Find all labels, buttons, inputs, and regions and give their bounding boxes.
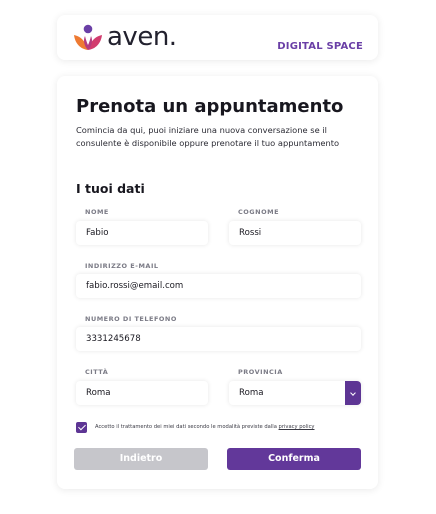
email-field[interactable]: fabio.rossi@email.com — [76, 274, 361, 298]
section-title: I tuoi dati — [76, 181, 145, 196]
privacy-policy-link[interactable]: privacy policy — [279, 424, 315, 430]
brand-name: aven. — [107, 22, 177, 52]
provincia-dropdown-button[interactable] — [345, 381, 361, 405]
citta-field[interactable]: Roma — [76, 381, 208, 405]
cognome-field[interactable]: Rossi — [229, 221, 361, 245]
email-value: fabio.rossi@email.com — [86, 281, 184, 291]
nome-label: NOME — [85, 208, 109, 216]
telefono-field[interactable]: 3331245678 — [76, 327, 361, 351]
confirm-button[interactable]: Conferma — [227, 448, 361, 470]
citta-label: CITTÀ — [85, 368, 109, 376]
page-subtitle: Comincia da qui, puoi iniziare una nuova… — [76, 125, 340, 148]
checkmark-icon — [77, 422, 86, 431]
provincia-select[interactable]: Roma — [229, 381, 361, 405]
page-title: Prenota un appuntamento — [76, 96, 344, 117]
telefono-value: 3331245678 — [86, 334, 141, 344]
back-button[interactable]: Indietro — [74, 448, 208, 470]
brand-tagline: DIGITAL SPACE — [277, 41, 363, 52]
chevron-down-icon — [350, 390, 356, 396]
citta-value: Roma — [86, 388, 111, 398]
cognome-label: COGNOME — [238, 208, 280, 216]
nome-value: Fabio — [86, 228, 109, 238]
email-label: INDIRIZZO E-MAIL — [85, 262, 159, 270]
header-card: aven. DIGITAL SPACE — [57, 15, 378, 60]
booking-form-card: Prenota un appuntamento Comincia da qui,… — [57, 76, 378, 489]
consent-checkbox[interactable] — [76, 422, 87, 433]
aven-logo-icon — [74, 24, 102, 50]
nome-field[interactable]: Fabio — [76, 221, 208, 245]
consent-label: Accetto il trattamento dei miei dati sec… — [95, 424, 279, 430]
cognome-value: Rossi — [239, 228, 262, 238]
provincia-label: PROVINCIA — [238, 368, 283, 376]
provincia-value: Roma — [239, 388, 264, 398]
consent-text: Accetto il trattamento dei miei dati sec… — [95, 424, 315, 430]
telefono-label: NUMERO DI TELEFONO — [85, 315, 177, 323]
